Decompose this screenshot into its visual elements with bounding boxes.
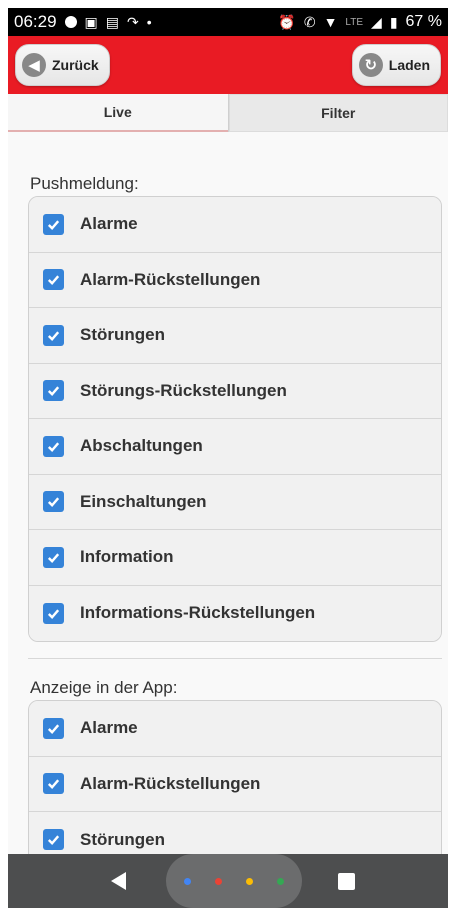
back-triangle-icon[interactable] [111,872,127,890]
recents-square-icon[interactable] [338,873,355,890]
checkbox-row[interactable]: Abschaltungen [29,419,441,475]
checkbox-checked-icon[interactable] [43,717,64,739]
status-time: 06:29 [14,12,57,31]
refresh-icon: ↻ [358,53,383,77]
tab-filter[interactable]: Filter [227,94,448,132]
section-title-app: Anzeige in der App: [30,678,178,697]
battery-level: 67 % [405,13,442,30]
google-dot-blue [184,877,191,885]
status-bar: 06:29 ▣ ▤ ↷ • ⏰ ✆ ▼ LTE ◢ ▮ 67 % [8,8,448,36]
push-checkbox-group: Alarme Alarm-Rückstellungen Störungen St… [28,196,442,642]
status-right: ⏰ ✆ ▼ LTE ◢ ▮ 67 % [278,13,442,31]
checkbox-label: Informations-Rückstellungen [80,603,316,623]
google-dot-red [215,877,222,885]
checkbox-checked-icon[interactable] [43,213,64,235]
checkbox-checked-icon[interactable] [43,546,64,568]
checkbox-row[interactable]: Information [29,530,441,586]
section-divider [28,658,442,659]
checkbox-row[interactable]: Störungen [29,812,441,854]
checkbox-checked-icon[interactable] [43,380,64,402]
checkbox-row[interactable]: Einschaltungen [29,474,441,530]
checkbox-row[interactable]: Alarm-Rückstellungen [29,252,441,308]
system-nav-bar [8,854,448,908]
checkbox-label: Information [80,547,174,567]
checkbox-label: Störungs-Rückstellungen [80,380,287,400]
call-icon: ↷ [127,13,139,30]
checkbox-row[interactable]: Alarme [29,197,441,253]
checkbox-checked-icon[interactable] [43,491,64,513]
app-checkbox-group: Alarme Alarm-Rückstellungen Störungen [28,700,442,854]
wifi-icon: ▼ [323,14,338,30]
reload-button[interactable]: ↻ Laden [351,44,441,86]
notification-icon: ▣ [84,13,98,30]
dot-icon: • [146,14,152,30]
checkbox-label: Alarme [80,214,138,234]
checkbox-label: Alarm-Rückstellungen [80,773,261,793]
checkbox-label: Störungen [80,325,165,345]
checkbox-label: Abschaltungen [80,436,203,456]
google-dot-green [277,877,284,885]
checkbox-row[interactable]: Informations-Rückstellungen [29,585,441,641]
home-pill-icon[interactable] [166,854,302,908]
tab-live[interactable]: Live [8,94,228,132]
section-title-push: Pushmeldung: [30,174,139,193]
battery-icon: ▮ [389,13,398,30]
checkbox-row[interactable]: Störungen [29,308,441,364]
checkbox-row[interactable]: Störungs-Rückstellungen [29,363,441,419]
checkbox-checked-icon[interactable] [43,773,64,795]
checkbox-checked-icon[interactable] [43,269,64,291]
filter-content[interactable]: Pushmeldung: Alarme Alarm-Rückstellungen… [8,132,448,854]
arrow-left-icon: ◀ [22,53,46,77]
circle-dot-icon [64,16,77,28]
app-screen: 06:29 ▣ ▤ ↷ • ⏰ ✆ ▼ LTE ◢ ▮ 67 % ◀ Zurüc… [0,0,456,908]
back-button-label: Zurück [52,57,99,73]
checkbox-row[interactable]: Alarm-Rückstellungen [29,756,441,812]
tab-bar: Live Filter [8,94,448,132]
app-header: ◀ Zurück ↻ Laden [8,36,448,94]
reload-button-label: Laden [388,57,430,73]
checkbox-checked-icon[interactable] [43,829,64,851]
checkbox-checked-icon[interactable] [43,324,64,346]
back-button[interactable]: ◀ Zurück [15,44,110,86]
signal-icon: ◢ [371,13,382,30]
sim-icon: ▤ [105,13,120,30]
checkbox-label: Störungen [80,829,165,849]
checkbox-checked-icon[interactable] [43,435,64,457]
checkbox-label: Alarm-Rückstellungen [80,269,261,289]
checkbox-checked-icon[interactable] [43,602,64,624]
wifi-call-icon: ✆ [303,13,316,30]
alarm-icon: ⏰ [278,13,296,30]
checkbox-label: Alarme [80,718,138,738]
google-dot-yellow [246,877,253,885]
checkbox-row[interactable]: Alarme [29,701,441,757]
checkbox-label: Einschaltungen [80,491,207,511]
status-left: 06:29 ▣ ▤ ↷ • [14,12,152,32]
network-type: LTE [345,16,364,28]
